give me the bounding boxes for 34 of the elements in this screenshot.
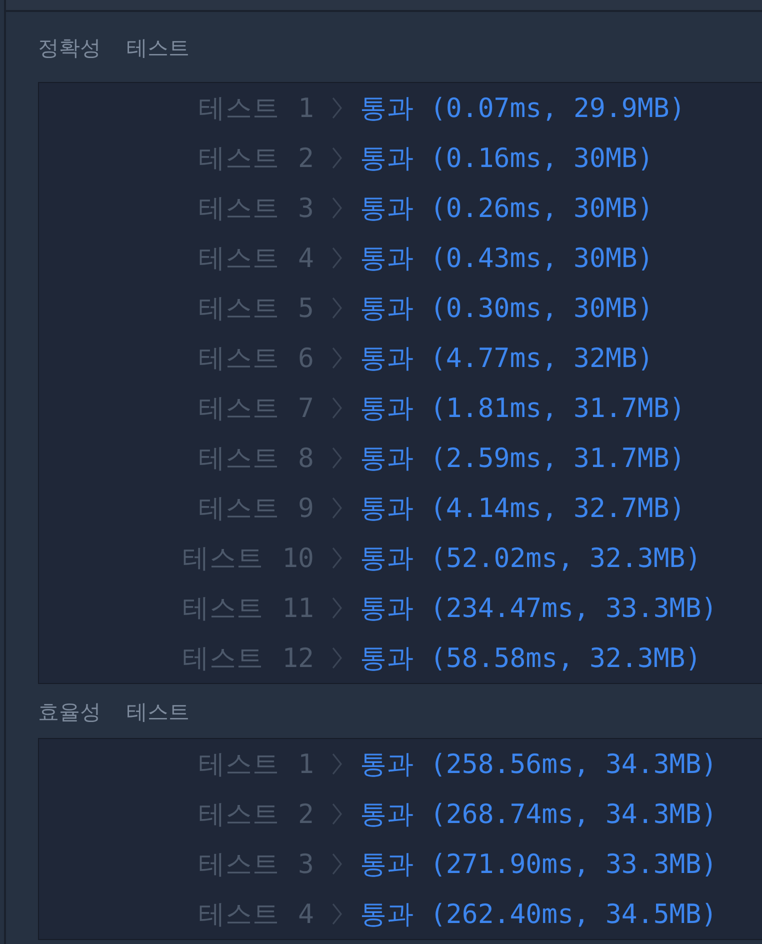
chevron-right-icon (331, 596, 343, 620)
chevron-right-icon (331, 646, 343, 670)
test-result: 통과 (258.56ms, 34.3MB) (360, 748, 718, 782)
chevron-right-icon (331, 196, 343, 220)
test-result: 통과 (0.43ms, 30MB) (360, 242, 654, 276)
chevron-right-icon (331, 446, 343, 470)
test-result: 통과 (58.58ms, 32.3MB) (360, 642, 702, 676)
chevron-right-icon (331, 96, 343, 120)
test-result: 통과 (4.77ms, 32MB) (360, 342, 654, 376)
test-result: 통과 (268.74ms, 34.3MB) (360, 798, 718, 832)
test-result: 통과 (52.02ms, 32.3MB) (360, 542, 702, 576)
test-result: 통과 (2.59ms, 31.7MB) (360, 442, 686, 476)
test-result: 통과 (0.16ms, 30MB) (360, 142, 654, 176)
chevron-right-icon (331, 546, 343, 570)
test-result: 통과 (262.40ms, 34.5MB) (360, 898, 718, 932)
chevron-right-icon (331, 752, 343, 776)
chevron-right-icon (331, 396, 343, 420)
test-result: 통과 (0.30ms, 30MB) (360, 292, 654, 326)
chevron-right-icon (331, 296, 343, 320)
chevron-right-icon (331, 246, 343, 270)
test-result: 통과 (271.90ms, 33.3MB) (360, 848, 718, 882)
chevron-right-icon (331, 146, 343, 170)
chevron-right-icon (331, 902, 343, 926)
chevron-right-icon (331, 496, 343, 520)
section-title: 정확성 테스트 (38, 35, 190, 62)
test-result: 통과 (4.14ms, 32.7MB) (360, 492, 686, 526)
chevron-right-icon (331, 802, 343, 826)
test-result: 통과 (0.26ms, 30MB) (360, 192, 654, 226)
chevron-right-icon (331, 852, 343, 876)
test-result: 통과 (0.07ms, 29.9MB) (360, 92, 686, 126)
test-result: 통과 (1.81ms, 31.7MB) (360, 392, 686, 426)
chevron-right-icon (331, 346, 343, 370)
section-title: 효율성 테스트 (38, 699, 190, 726)
test-result: 통과 (234.47ms, 33.3MB) (360, 592, 718, 626)
